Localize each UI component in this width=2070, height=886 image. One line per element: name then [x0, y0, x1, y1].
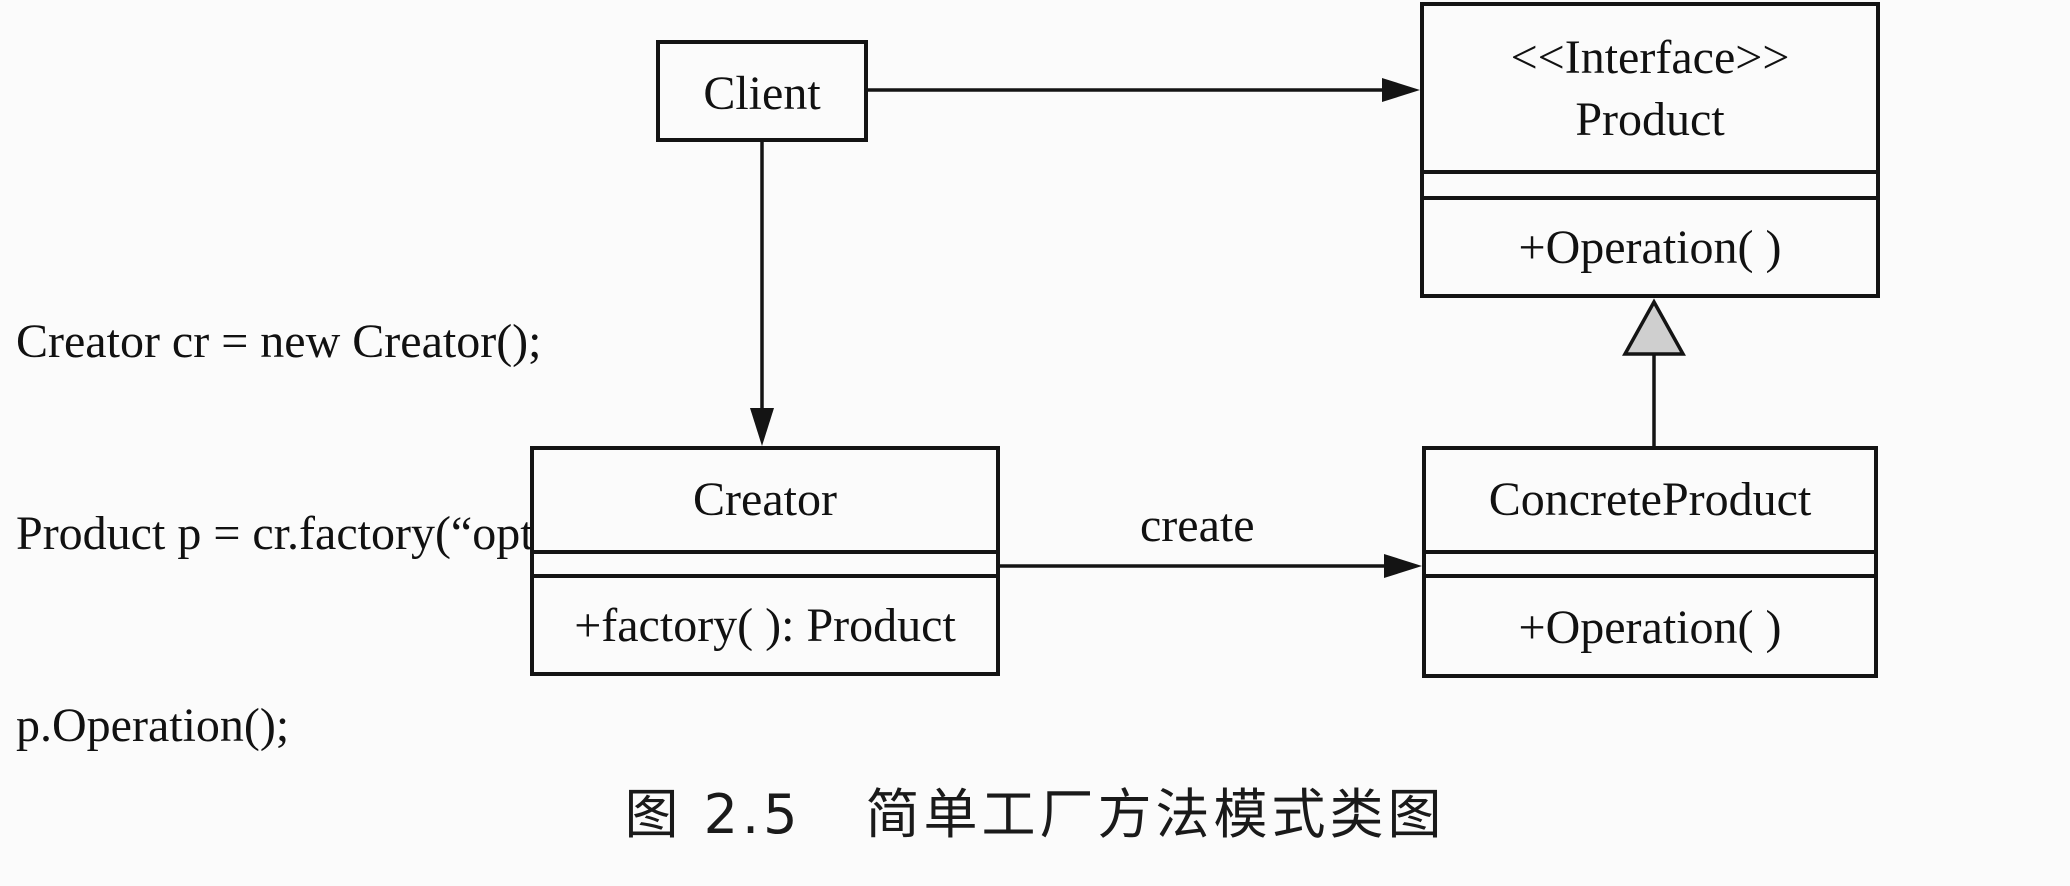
figure-title: 简单工厂方法模式类图: [865, 783, 1446, 846]
code-line: p.Operation();: [16, 699, 290, 752]
inheritance-triangle: [1622, 298, 1686, 356]
attributes-compartment: [1426, 550, 1874, 574]
operations-compartment: +Operation( ): [1426, 574, 1874, 674]
create-label: create: [1140, 499, 1255, 552]
class-name: Product: [1575, 93, 1725, 146]
arrowhead-create: [1384, 554, 1422, 578]
class-creator: Creator +factory( ): Product: [530, 446, 1000, 676]
operation-label: +Operation( ): [1518, 221, 1782, 274]
operation-label: +factory( ): Product: [574, 599, 956, 652]
figure-caption: 图 2.5 简单工厂方法模式类图: [0, 770, 2070, 849]
attributes-compartment: [1424, 170, 1876, 196]
class-name: Creator: [693, 473, 837, 526]
arrowhead-client-to-product: [1382, 78, 1420, 102]
code-line: Creator cr = new Creator();: [16, 315, 542, 368]
class-name: Client: [703, 67, 821, 120]
operation-label: +Operation( ): [1518, 601, 1782, 654]
figure-number: 图 2.5: [624, 783, 802, 846]
class-client: Client: [656, 40, 868, 142]
class-name: ConcreteProduct: [1488, 473, 1812, 526]
stereotype-label: <<Interface>>: [1510, 31, 1790, 84]
class-product-interface: <<Interface>> Product +Operation( ): [1420, 2, 1880, 298]
operations-compartment: +factory( ): Product: [534, 574, 996, 672]
diagram-canvas: Creator cr = new Creator(); Product p = …: [0, 0, 2070, 846]
arrowhead-client-to-creator: [750, 408, 774, 446]
class-concrete-product: ConcreteProduct +Operation( ): [1422, 446, 1878, 678]
operations-compartment: +Operation( ): [1424, 196, 1876, 294]
attributes-compartment: [534, 550, 996, 574]
